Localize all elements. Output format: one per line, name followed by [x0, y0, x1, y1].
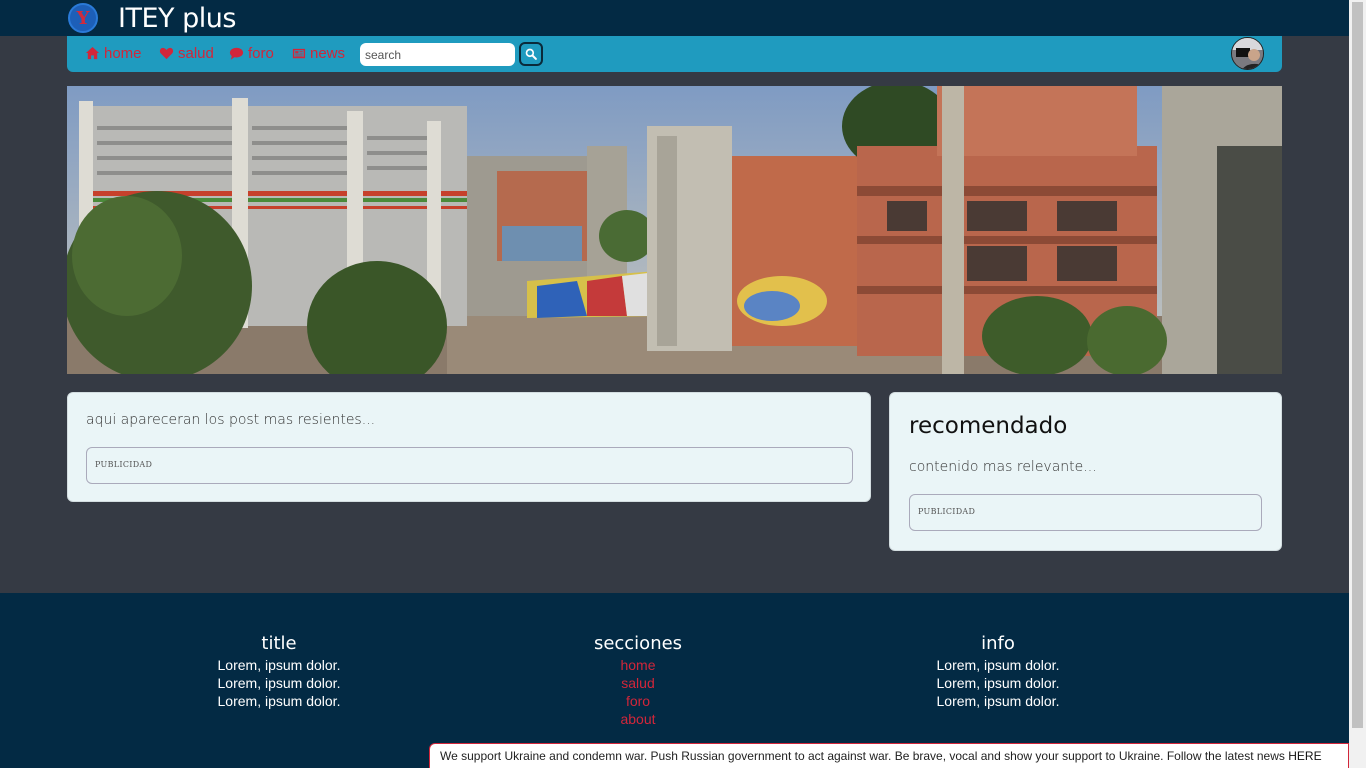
nav-item-news[interactable]: news — [291, 45, 345, 62]
footer-col1-line: Lorem, ipsum dolor. — [217, 693, 341, 709]
site-title[interactable]: ITEY plus — [118, 3, 236, 34]
ad-label-sidebar: PUBLICIDAD — [918, 507, 976, 516]
avatar-image — [1232, 38, 1263, 69]
ad-banner-sidebar[interactable]: PUBLICIDAD — [909, 494, 1262, 531]
hero-image — [67, 86, 1282, 374]
footer-col3-line: Lorem, ipsum dolor. — [936, 657, 1060, 673]
main-nav: home salud foro news — [67, 36, 1282, 72]
user-avatar[interactable] — [1231, 37, 1264, 70]
support-banner: We support Ukraine and condemn war. Push… — [429, 743, 1349, 768]
nav-item-home[interactable]: home — [85, 45, 142, 62]
ad-banner[interactable]: PUBLICIDAD — [86, 447, 853, 484]
search-icon — [525, 48, 537, 60]
footer-col3-heading: info — [981, 633, 1015, 654]
footer-link-salud[interactable]: salud — [488, 674, 788, 692]
footer-link-foro[interactable]: foro — [488, 692, 788, 710]
footer-column-title: title Lorem, ipsum dolor. Lorem, ipsum d… — [129, 633, 429, 710]
nav-label-salud: salud — [178, 45, 214, 62]
top-bar: Y ITEY plus — [0, 0, 1349, 36]
footer-link-about[interactable]: about — [488, 710, 788, 728]
support-banner-link[interactable]: HERE — [1288, 749, 1321, 763]
footer-link-home[interactable]: home — [488, 656, 788, 674]
heart-icon — [159, 47, 174, 60]
recommended-title: recomendado — [909, 413, 1068, 439]
footer-col1-heading: title — [261, 633, 297, 654]
recommended-text: contenido mas relevante... — [909, 459, 1097, 475]
search-button[interactable] — [519, 42, 543, 66]
nav-label-home: home — [104, 45, 142, 62]
comment-icon — [229, 47, 244, 60]
nav-item-foro[interactable]: foro — [229, 45, 274, 62]
newspaper-icon — [292, 48, 306, 59]
footer: title Lorem, ipsum dolor. Lorem, ipsum d… — [0, 593, 1349, 768]
footer-column-secciones: secciones home salud foro about — [488, 633, 788, 728]
footer-col3-line: Lorem, ipsum dolor. — [936, 693, 1060, 709]
footer-col2-heading: secciones — [593, 633, 683, 654]
scrollbar-thumb[interactable] — [1352, 2, 1363, 728]
footer-column-info: info Lorem, ipsum dolor. Lorem, ipsum do… — [848, 633, 1148, 710]
recommended-card: recomendado contenido mas relevante... P… — [889, 392, 1282, 551]
footer-col1-line: Lorem, ipsum dolor. — [217, 675, 341, 691]
ad-label: PUBLICIDAD — [95, 460, 153, 469]
posts-placeholder-text: aqui apareceran los post mas resientes..… — [86, 412, 376, 428]
home-icon — [85, 46, 100, 60]
nav-label-news: news — [310, 45, 346, 62]
footer-col1-line: Lorem, ipsum dolor. — [217, 657, 341, 673]
page-scrollbar[interactable] — [1349, 0, 1366, 768]
posts-card: aqui apareceran los post mas resientes..… — [67, 392, 871, 502]
logo-glyph: Y — [76, 7, 90, 29]
support-banner-text: We support Ukraine and condemn war. Push… — [440, 749, 1289, 763]
nav-label-foro: foro — [248, 45, 274, 62]
search-input[interactable] — [360, 43, 515, 66]
footer-col3-line: Lorem, ipsum dolor. — [936, 675, 1060, 691]
site-logo[interactable]: Y — [68, 3, 98, 33]
nav-item-salud[interactable]: salud — [159, 45, 214, 62]
